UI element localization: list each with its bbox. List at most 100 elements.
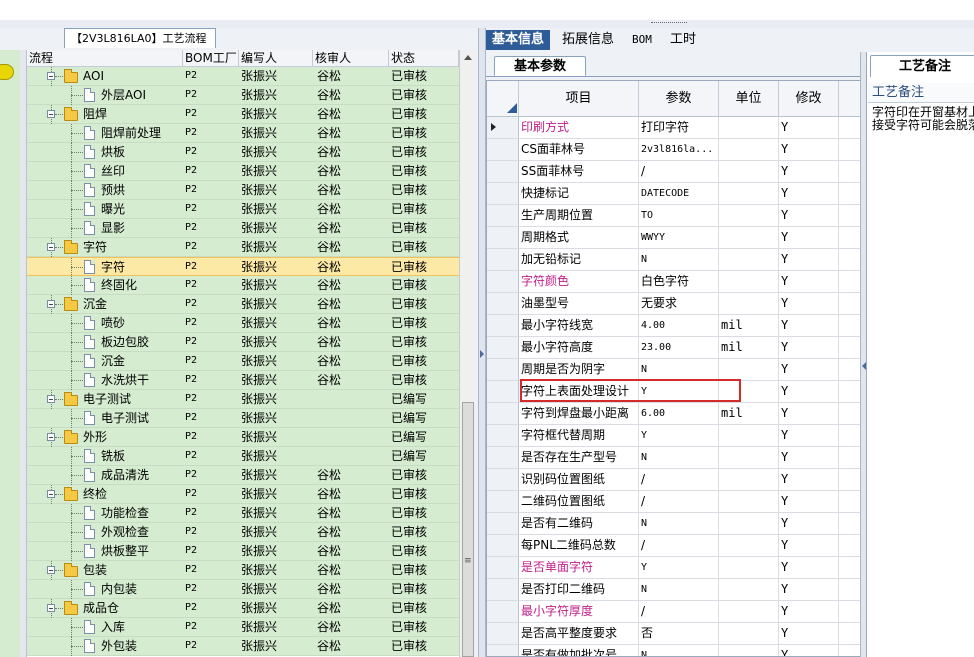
collapse-icon[interactable]	[47, 72, 55, 80]
table-row[interactable]: 丝印 P2 张振兴 谷松 已审核	[27, 162, 459, 181]
tab-extended-info[interactable]: 拓展信息	[556, 30, 620, 50]
cell-modify[interactable]: Y	[779, 117, 839, 138]
param-row[interactable]: 每PNL二维码总数 / Y	[487, 535, 863, 557]
table-row[interactable]: 入库 P2 张振兴 谷松 已审核	[27, 618, 459, 637]
param-row[interactable]: 生产周期位置 TO Y	[487, 205, 863, 227]
table-row[interactable]: 成品仓 P2 张振兴 谷松 已审核	[27, 599, 459, 618]
row-header[interactable]	[487, 513, 519, 534]
cell-param[interactable]: TO	[639, 205, 719, 226]
cell-modify[interactable]: Y	[779, 139, 839, 160]
column-header[interactable]: 项目	[519, 81, 639, 117]
param-row[interactable]: 是否高平整度要求否 Y	[487, 623, 863, 645]
row-header[interactable]	[487, 227, 519, 248]
cell-param[interactable]: /	[639, 491, 719, 512]
notes-text[interactable]: 字符印在开窗基材上 接受字符可能会脱落	[872, 106, 974, 132]
cell-unit[interactable]	[719, 645, 779, 656]
cell-param[interactable]: WWYY	[639, 227, 719, 248]
param-row[interactable]: 周期是否为阴字 N Y	[487, 359, 863, 381]
row-header[interactable]	[487, 535, 519, 556]
scroll-up-icon[interactable]	[464, 55, 472, 60]
table-row[interactable]: 板边包胶 P2 张振兴 谷松 已审核	[27, 333, 459, 352]
cell-param[interactable]: Y	[639, 557, 719, 578]
param-row[interactable]: 加无铅标记 N Y	[487, 249, 863, 271]
cell-modify[interactable]: Y	[779, 315, 839, 336]
cell-modify[interactable]: Y	[779, 557, 839, 578]
cell-unit[interactable]	[719, 227, 779, 248]
cell-unit[interactable]	[719, 139, 779, 160]
column-header[interactable]: BOM工厂	[183, 50, 239, 67]
cell-unit[interactable]: mil	[719, 337, 779, 358]
cell-modify[interactable]: Y	[779, 447, 839, 468]
table-row[interactable]: AOI P2 张振兴 谷松 已审核	[27, 67, 459, 86]
row-header[interactable]	[487, 469, 519, 490]
table-row[interactable]: 曝光 P2 张振兴 谷松 已审核	[27, 200, 459, 219]
table-row[interactable]: 字符 P2 张振兴 谷松 已审核	[27, 238, 459, 257]
table-row[interactable]: 外层AOI P2 张振兴 谷松 已审核	[27, 86, 459, 105]
cell-unit[interactable]	[719, 557, 779, 578]
param-row[interactable]: 快捷标记 DATECODE Y	[487, 183, 863, 205]
collapse-icon[interactable]	[47, 395, 55, 403]
param-row[interactable]: 字符到焊盘最小距离 6.00 mil Y	[487, 403, 863, 425]
cell-modify[interactable]: Y	[779, 623, 839, 644]
param-row[interactable]: 周期格式 WWYY Y	[487, 227, 863, 249]
table-row[interactable]: 预烘 P2 张振兴 谷松 已审核	[27, 181, 459, 200]
cell-unit[interactable]	[719, 623, 779, 644]
param-row[interactable]: 印刷方式 打印字符 Y	[487, 117, 863, 139]
cell-param[interactable]: 4.00	[639, 315, 719, 336]
cell-param[interactable]: /	[639, 535, 719, 556]
cell-modify[interactable]: Y	[779, 227, 839, 248]
param-row[interactable]: 油墨型号 无要求 Y	[487, 293, 863, 315]
param-row[interactable]: 最小字符高度 23.00 mil Y	[487, 337, 863, 359]
param-row[interactable]: CS面菲林号 2v3l816la... Y	[487, 139, 863, 161]
table-row[interactable]: 沉金 P2 张振兴 谷松 已审核	[27, 352, 459, 371]
row-header[interactable]	[487, 403, 519, 424]
cell-unit[interactable]	[719, 271, 779, 292]
row-header[interactable]	[487, 161, 519, 182]
param-row[interactable]: 识别码位置图纸 / Y	[487, 469, 863, 491]
row-header[interactable]	[487, 645, 519, 656]
cell-param[interactable]: 否	[639, 623, 719, 644]
cell-modify[interactable]: Y	[779, 183, 839, 204]
cell-unit[interactable]	[719, 183, 779, 204]
cell-modify[interactable]: Y	[779, 535, 839, 556]
collapse-icon[interactable]	[47, 490, 55, 498]
param-row[interactable]: 最小字符线宽 4.00 mil Y	[487, 315, 863, 337]
param-row[interactable]: 字符颜色 白色字符 Y	[487, 271, 863, 293]
cell-unit[interactable]	[719, 513, 779, 534]
cell-unit[interactable]	[719, 161, 779, 182]
table-row[interactable]: 外观检查 P2 张振兴 谷松 已审核	[27, 523, 459, 542]
scrollbar-thumb[interactable]	[462, 402, 474, 657]
cell-param[interactable]: 23.00	[639, 337, 719, 358]
column-header[interactable]: 核审人	[313, 50, 389, 67]
cell-unit[interactable]	[719, 469, 779, 490]
param-row[interactable]: 二维码位置图纸 / Y	[487, 491, 863, 513]
cell-param[interactable]: 打印字符	[639, 117, 719, 138]
cell-param[interactable]: Y	[639, 425, 719, 446]
collapse-icon[interactable]	[47, 604, 55, 612]
cell-modify[interactable]: Y	[779, 249, 839, 270]
cell-param[interactable]: 白色字符	[639, 271, 719, 292]
cell-unit[interactable]	[719, 425, 779, 446]
cell-param[interactable]: N	[639, 579, 719, 600]
cell-modify[interactable]: Y	[779, 425, 839, 446]
cell-modify[interactable]: Y	[779, 271, 839, 292]
column-header[interactable]: 状态	[389, 50, 459, 67]
tab-process-notes[interactable]: 工艺备注	[870, 55, 974, 77]
param-row[interactable]: 是否打印二维码 N Y	[487, 579, 863, 601]
table-row[interactable]: 烘板整平 P2 张振兴 谷松 已审核	[27, 542, 459, 561]
collapse-icon[interactable]	[47, 243, 55, 251]
table-row[interactable]: 电子测试 P2 张振兴 已编写	[27, 390, 459, 409]
cell-modify[interactable]: Y	[779, 579, 839, 600]
cell-modify[interactable]: Y	[779, 601, 839, 622]
main-splitter[interactable]	[478, 28, 486, 657]
cell-unit[interactable]	[719, 249, 779, 270]
row-header[interactable]	[487, 557, 519, 578]
vertical-scrollbar[interactable]: ≡	[459, 50, 477, 657]
cell-param[interactable]: N	[639, 249, 719, 270]
row-header[interactable]	[487, 139, 519, 160]
param-row[interactable]: 是否单面字符 Y Y	[487, 557, 863, 579]
row-header[interactable]	[487, 117, 519, 138]
row-header[interactable]	[487, 447, 519, 468]
cell-modify[interactable]: Y	[779, 337, 839, 358]
collapse-icon[interactable]	[47, 110, 55, 118]
